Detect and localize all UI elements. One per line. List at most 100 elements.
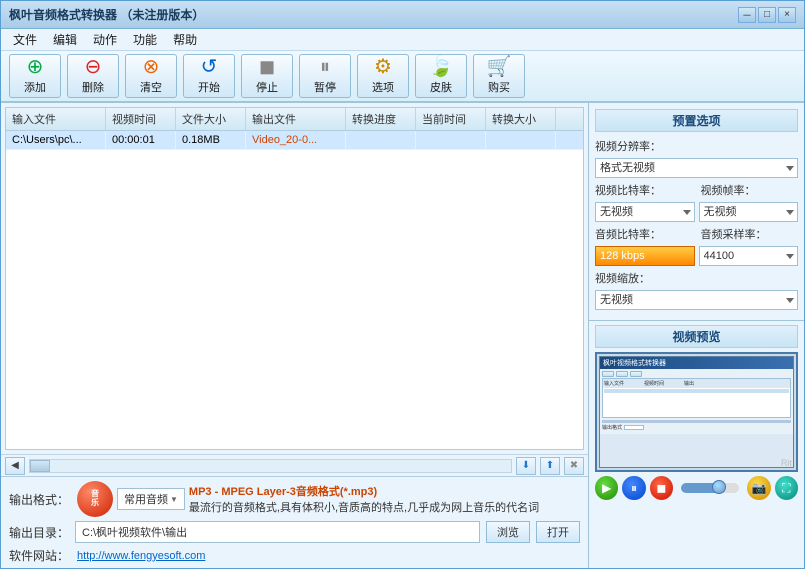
stop-preview-button[interactable]: ◼ (650, 476, 673, 500)
stop-button[interactable]: ◼ 停止 (241, 54, 293, 98)
cell-size: 0.18MB (176, 131, 246, 149)
audio-labels-row: 音频比特率： 音频采样率： (595, 226, 798, 242)
title-bar: 枫叶音频格式转换器 （未注册版本） － □ × (1, 1, 804, 29)
menu-file[interactable]: 文件 (5, 29, 45, 50)
cell-output: Video_20-0... (246, 131, 346, 149)
options-label: 选项 (372, 79, 394, 95)
delete-icon: ⊖ (85, 57, 102, 77)
menu-edit[interactable]: 编辑 (45, 29, 85, 50)
cell-progress (346, 131, 416, 149)
website-row: 软件网站： http://www.fengyesoft.com (9, 547, 580, 564)
prev-page-button[interactable]: ◀ (5, 457, 25, 475)
skin-button[interactable]: 🍃 皮肤 (415, 54, 467, 98)
upload-icon[interactable]: ⬆ (540, 457, 560, 475)
dir-row: 输出目录： 浏览 打开 (9, 521, 580, 543)
screenshot-button[interactable]: 📷 (747, 476, 770, 500)
dropdown-arrow: ▼ (170, 495, 178, 504)
volume-thumb (712, 480, 726, 494)
preview-section: 视频预览 枫叶视频格式转换器 (589, 321, 804, 568)
video-resolution-row: 视频分辨率： (595, 138, 798, 154)
format-detail: 最流行的音频格式,具有体积小,音质高的特点,几乎成为网上音乐的代名词 (189, 502, 539, 514)
menu-function[interactable]: 功能 (125, 29, 165, 50)
options-button[interactable]: ⚙ 选项 (357, 54, 409, 98)
menu-bar: 文件 编辑 动作 功能 帮助 (1, 29, 804, 51)
menu-action[interactable]: 动作 (85, 29, 125, 50)
browse-button[interactable]: 浏览 (486, 521, 530, 543)
format-dropdown[interactable]: 常用音频 ▼ (117, 488, 185, 510)
close-button[interactable]: × (778, 7, 796, 23)
video-zoom-row: 视频缩放： (595, 270, 798, 286)
file-table: 输入文件 视频时间 文件大小 输出文件 转换进度 当前时间 转换大小 C:\Us… (5, 107, 584, 450)
video-resolution-select-row: 格式无视频 (595, 158, 798, 178)
start-button[interactable]: ↺ 开始 (183, 54, 235, 98)
add-label: 添加 (24, 79, 46, 95)
video-zoom-label: 视频缩放： (595, 270, 650, 286)
col-size: 文件大小 (176, 108, 246, 130)
buy-button[interactable]: 🛒 购买 (473, 54, 525, 98)
col-progress: 转换进度 (346, 108, 416, 130)
clear-button[interactable]: ⊗ 清空 (125, 54, 177, 98)
video-bitrate-framerate-row: 视频比特率： 视频帧率： (595, 182, 798, 198)
video-bitrate-select[interactable]: 无视频 (595, 202, 695, 222)
volume-slider[interactable] (681, 483, 739, 493)
open-button[interactable]: 打开 (536, 521, 580, 543)
right-panel: 预置选项 视频分辨率： 格式无视频 视频比特率： 视频帧率： (589, 103, 804, 568)
download-icon[interactable]: ⬇ (516, 457, 536, 475)
video-framerate-select[interactable]: 无视频 (699, 202, 799, 222)
pause-button[interactable]: ⏸ 暂停 (299, 54, 351, 98)
maximize-button[interactable]: □ (758, 7, 776, 23)
format-label: 输出格式： (9, 491, 69, 508)
main-window: 枫叶音频格式转换器 （未注册版本） － □ × 文件 编辑 动作 功能 帮助 ⊕… (0, 0, 805, 569)
audio-samplerate-select[interactable]: 44100 (699, 246, 799, 266)
stop-label: 停止 (256, 79, 278, 95)
cell-duration: 00:00:01 (106, 131, 176, 149)
dir-label: 输出目录： (9, 524, 69, 541)
pause-preview-button[interactable]: ⏸ (622, 476, 645, 500)
title-controls: － □ × (738, 7, 796, 23)
buy-icon: 🛒 (487, 57, 512, 77)
format-box: 音乐 常用音频 ▼ MP3 - MPEG Layer-3音频格式(*.mp3) … (77, 481, 580, 517)
video-resolution-label: 视频分辨率： (595, 138, 650, 154)
video-resolution-select[interactable]: 格式无视频 (595, 158, 798, 178)
play-button[interactable]: ▶ (595, 476, 618, 500)
skin-label: 皮肤 (430, 79, 452, 95)
clear-label: 清空 (140, 79, 162, 95)
table-header: 输入文件 视频时间 文件大小 输出文件 转换进度 当前时间 转换大小 (6, 108, 583, 131)
video-zoom-select[interactable]: 无视频 (595, 290, 798, 310)
format-description: MP3 - MPEG Layer-3音频格式(*.mp3) 最流行的音频格式,具… (189, 483, 580, 515)
video-zoom-select-row: 无视频 (595, 290, 798, 310)
dir-input[interactable] (75, 521, 480, 543)
add-button[interactable]: ⊕ 添加 (9, 54, 61, 98)
table-footer: ◀ ⬇ ⬆ ✖ (1, 454, 588, 476)
add-icon: ⊕ (27, 57, 44, 77)
window-title: 枫叶音频格式转换器 （未注册版本） (9, 6, 204, 23)
preview-title: 视频预览 (595, 325, 798, 348)
menu-help[interactable]: 帮助 (165, 29, 205, 50)
clear-list-button[interactable]: ✖ (564, 457, 584, 475)
toolbar: ⊕ 添加 ⊖ 删除 ⊗ 清空 ↺ 开始 ◼ 停止 ⏸ 暂停 ⚙ 选项 🍃 皮肤 (1, 51, 804, 103)
stop-icon: ◼ (259, 57, 276, 77)
minimize-button[interactable]: － (738, 7, 756, 23)
preview-screen: 枫叶视频格式转换器 输入文件视频时间输出 (595, 352, 798, 472)
options-icon: ⚙ (374, 57, 392, 77)
format-row: 输出格式： 音乐 常用音频 ▼ MP3 - MPEG Layer-3音频格式(*… (9, 481, 580, 517)
website-link[interactable]: http://www.fengyesoft.com (77, 550, 205, 562)
audio-samplerate-label: 音频采样率： (701, 226, 756, 242)
delete-button[interactable]: ⊖ 删除 (67, 54, 119, 98)
scroll-bar[interactable] (29, 459, 512, 473)
col-converted: 转换大小 (486, 108, 556, 130)
main-area: 输入文件 视频时间 文件大小 输出文件 转换进度 当前时间 转换大小 C:\Us… (1, 103, 804, 568)
table-row[interactable]: C:\Users\pc\... 00:00:01 0.18MB Video_20… (6, 131, 583, 150)
start-icon: ↺ (201, 57, 218, 77)
scroll-thumb (30, 460, 50, 472)
buy-label: 购买 (488, 79, 510, 95)
start-label: 开始 (198, 79, 220, 95)
col-duration: 视频时间 (106, 108, 176, 130)
fullscreen-button[interactable]: ⛶ (775, 476, 798, 500)
cell-converted (486, 131, 556, 149)
format-category: 常用音频 (124, 491, 168, 507)
audio-bitrate-select[interactable]: 128 kbps (595, 246, 695, 266)
left-panel: 输入文件 视频时间 文件大小 输出文件 转换进度 当前时间 转换大小 C:\Us… (1, 103, 589, 568)
col-output: 输出文件 (246, 108, 346, 130)
col-input: 输入文件 (6, 108, 106, 130)
